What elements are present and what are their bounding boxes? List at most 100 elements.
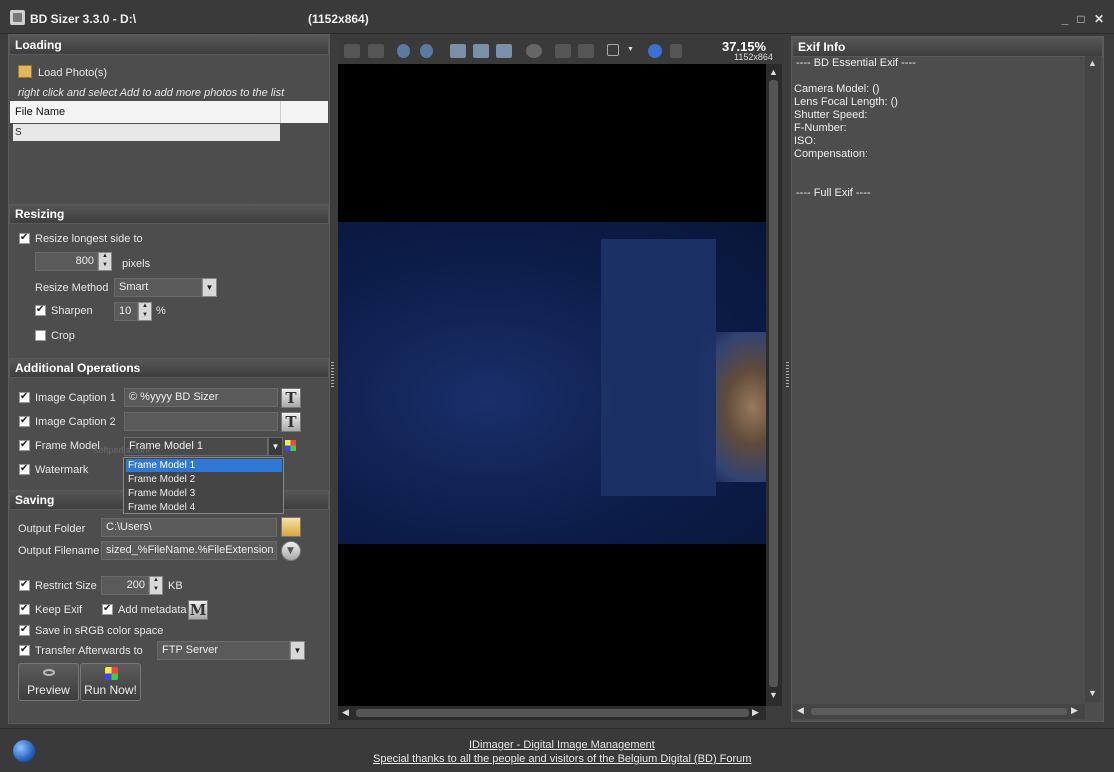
resize-checkbox[interactable]	[19, 232, 30, 244]
keep-exif-label: Keep Exif	[35, 604, 83, 616]
crop-label: Crop	[51, 330, 75, 342]
scroll-up-icon[interactable]: ▲	[769, 67, 778, 77]
transfer-label: Transfer Afterwards to	[35, 645, 143, 657]
viewer-vertical-scrollbar[interactable]: ▲ ▼	[766, 64, 782, 706]
metadata-icon[interactable]: M	[188, 600, 208, 620]
app-icon[interactable]	[10, 10, 25, 25]
sharpen-stepper[interactable]	[138, 302, 152, 321]
horizontal-scroll-thumb[interactable]	[356, 709, 749, 717]
transfer-checkbox[interactable]	[19, 644, 30, 656]
frame-option-4[interactable]: Frame Model 4	[126, 501, 282, 514]
scroll-left-icon[interactable]: ◀	[797, 705, 804, 716]
transfer-select[interactable]: FTP Server	[157, 641, 290, 660]
scroll-down-icon[interactable]: ▼	[769, 690, 778, 700]
output-filename-input[interactable]: sized_%FileName.%FileExtension	[101, 541, 277, 560]
text-format-icon[interactable]: T	[281, 412, 301, 432]
srgb-checkbox[interactable]	[19, 624, 30, 636]
restrict-size-checkbox[interactable]	[19, 579, 30, 591]
run-now-label: Run Now!	[84, 683, 137, 697]
restrict-size-stepper[interactable]	[149, 576, 163, 595]
caption2-checkbox[interactable]	[19, 415, 30, 427]
globe-icon[interactable]	[13, 740, 35, 762]
preview-eye-icon[interactable]	[526, 44, 542, 58]
preview-button[interactable]: Preview	[18, 663, 79, 701]
caption1-input[interactable]: © %yyyy BD Sizer	[124, 388, 278, 407]
viewer-horizontal-scrollbar[interactable]: ◀ ▶	[338, 706, 766, 720]
exif-horizontal-scrollbar[interactable]: ◀ ▶	[793, 704, 1085, 719]
exif-shutter: Shutter Speed:	[794, 109, 868, 121]
forward-arrow-icon[interactable]	[368, 44, 384, 58]
eye-icon	[43, 669, 55, 676]
image-viewer[interactable]	[338, 64, 766, 706]
fullscreen-icon[interactable]	[496, 44, 512, 58]
loading-hint: right click and select Add to add more p…	[18, 87, 285, 99]
sharpen-checkbox[interactable]	[35, 304, 46, 316]
file-list-row[interactable]: S	[13, 124, 280, 141]
frame-checkbox[interactable]	[19, 439, 30, 451]
scroll-up-icon[interactable]: ▲	[1088, 58, 1097, 68]
globe-icon[interactable]	[648, 44, 662, 58]
undo-icon[interactable]	[578, 44, 594, 58]
scroll-right-icon[interactable]: ▶	[1071, 705, 1078, 716]
file-list-header: File Name	[10, 101, 328, 123]
frame-option-3[interactable]: Frame Model 3	[126, 487, 282, 500]
maximize-button[interactable]: □	[1074, 12, 1088, 26]
minimize-button[interactable]: _	[1058, 12, 1072, 26]
folder-icon[interactable]	[281, 517, 301, 537]
text-format-icon[interactable]: T	[281, 388, 301, 408]
scroll-down-icon[interactable]: ▼	[1088, 688, 1097, 698]
srgb-label: Save in sRGB color space	[35, 625, 164, 637]
keep-exif-checkbox[interactable]	[19, 603, 30, 615]
resize-size-stepper[interactable]	[98, 252, 112, 271]
frame-option-2[interactable]: Frame Model 2	[126, 473, 282, 486]
run-now-button[interactable]: Run Now!	[80, 663, 141, 701]
actual-size-icon[interactable]	[473, 44, 489, 58]
frame-model-dropdown[interactable]: Frame Model 1 Frame Model 2 Frame Model …	[123, 457, 284, 514]
exif-essential-header: ---- BD Essential Exif ----	[796, 57, 916, 69]
load-photos-button[interactable]: Load Photo(s)	[38, 67, 107, 79]
vertical-scroll-thumb[interactable]	[769, 80, 778, 687]
resize-method-label: Resize Method	[35, 282, 109, 294]
crop-tool-icon[interactable]	[607, 44, 619, 56]
resize-method-select[interactable]: Smart	[114, 278, 202, 297]
chevron-down-icon[interactable]: ▼	[627, 46, 634, 53]
chevron-down-icon[interactable]: ▼	[268, 437, 283, 456]
horizontal-scroll-thumb[interactable]	[811, 708, 1067, 715]
sharpen-label: Sharpen	[51, 305, 93, 317]
fit-window-icon[interactable]	[450, 44, 466, 58]
output-folder-input[interactable]: C:\Users\	[101, 518, 277, 537]
kb-label: KB	[168, 580, 183, 592]
scroll-left-icon[interactable]: ◀	[342, 707, 349, 718]
idimager-link[interactable]: IDimager - Digital Image Management	[469, 739, 655, 751]
chevron-down-icon[interactable]: ▼	[290, 641, 305, 660]
caption2-input[interactable]	[124, 412, 278, 431]
add-metadata-checkbox[interactable]	[102, 603, 113, 615]
crop-checkbox[interactable]	[35, 330, 46, 341]
run-icon	[105, 667, 118, 680]
left-splitter-handle[interactable]	[331, 362, 334, 388]
exif-vertical-scrollbar[interactable]: ▲ ▼	[1085, 56, 1101, 702]
sharpen-input[interactable]: 10	[114, 302, 138, 321]
restrict-size-input[interactable]: 200	[101, 576, 149, 595]
right-splitter-handle[interactable]	[786, 362, 789, 388]
frame-color-grid-icon[interactable]	[285, 440, 296, 451]
save-icon[interactable]	[555, 44, 571, 58]
crop-selection-overlay[interactable]	[601, 239, 716, 496]
close-button[interactable]: ✕	[1092, 12, 1106, 26]
zoom-in-icon[interactable]	[397, 44, 410, 58]
caption1-checkbox[interactable]	[19, 391, 30, 403]
filename-options-icon[interactable]: ▼	[281, 541, 301, 561]
zoom-out-icon[interactable]	[420, 44, 433, 58]
add-metadata-label: Add metadata	[118, 604, 187, 616]
chevron-down-icon[interactable]: ▼	[202, 278, 217, 297]
more-tools-icon[interactable]	[670, 44, 682, 58]
exif-panel	[791, 36, 1104, 722]
scroll-right-icon[interactable]: ▶	[752, 707, 759, 718]
forum-thanks-link[interactable]: Special thanks to all the people and vis…	[373, 753, 751, 765]
pixels-label: pixels	[122, 258, 151, 270]
back-arrow-icon[interactable]	[344, 44, 360, 58]
file-name-column[interactable]: File Name	[15, 106, 65, 118]
frame-option-1[interactable]: Frame Model 1	[126, 459, 282, 472]
resize-size-input[interactable]: 800	[35, 252, 98, 271]
watermark-checkbox[interactable]	[19, 463, 30, 475]
